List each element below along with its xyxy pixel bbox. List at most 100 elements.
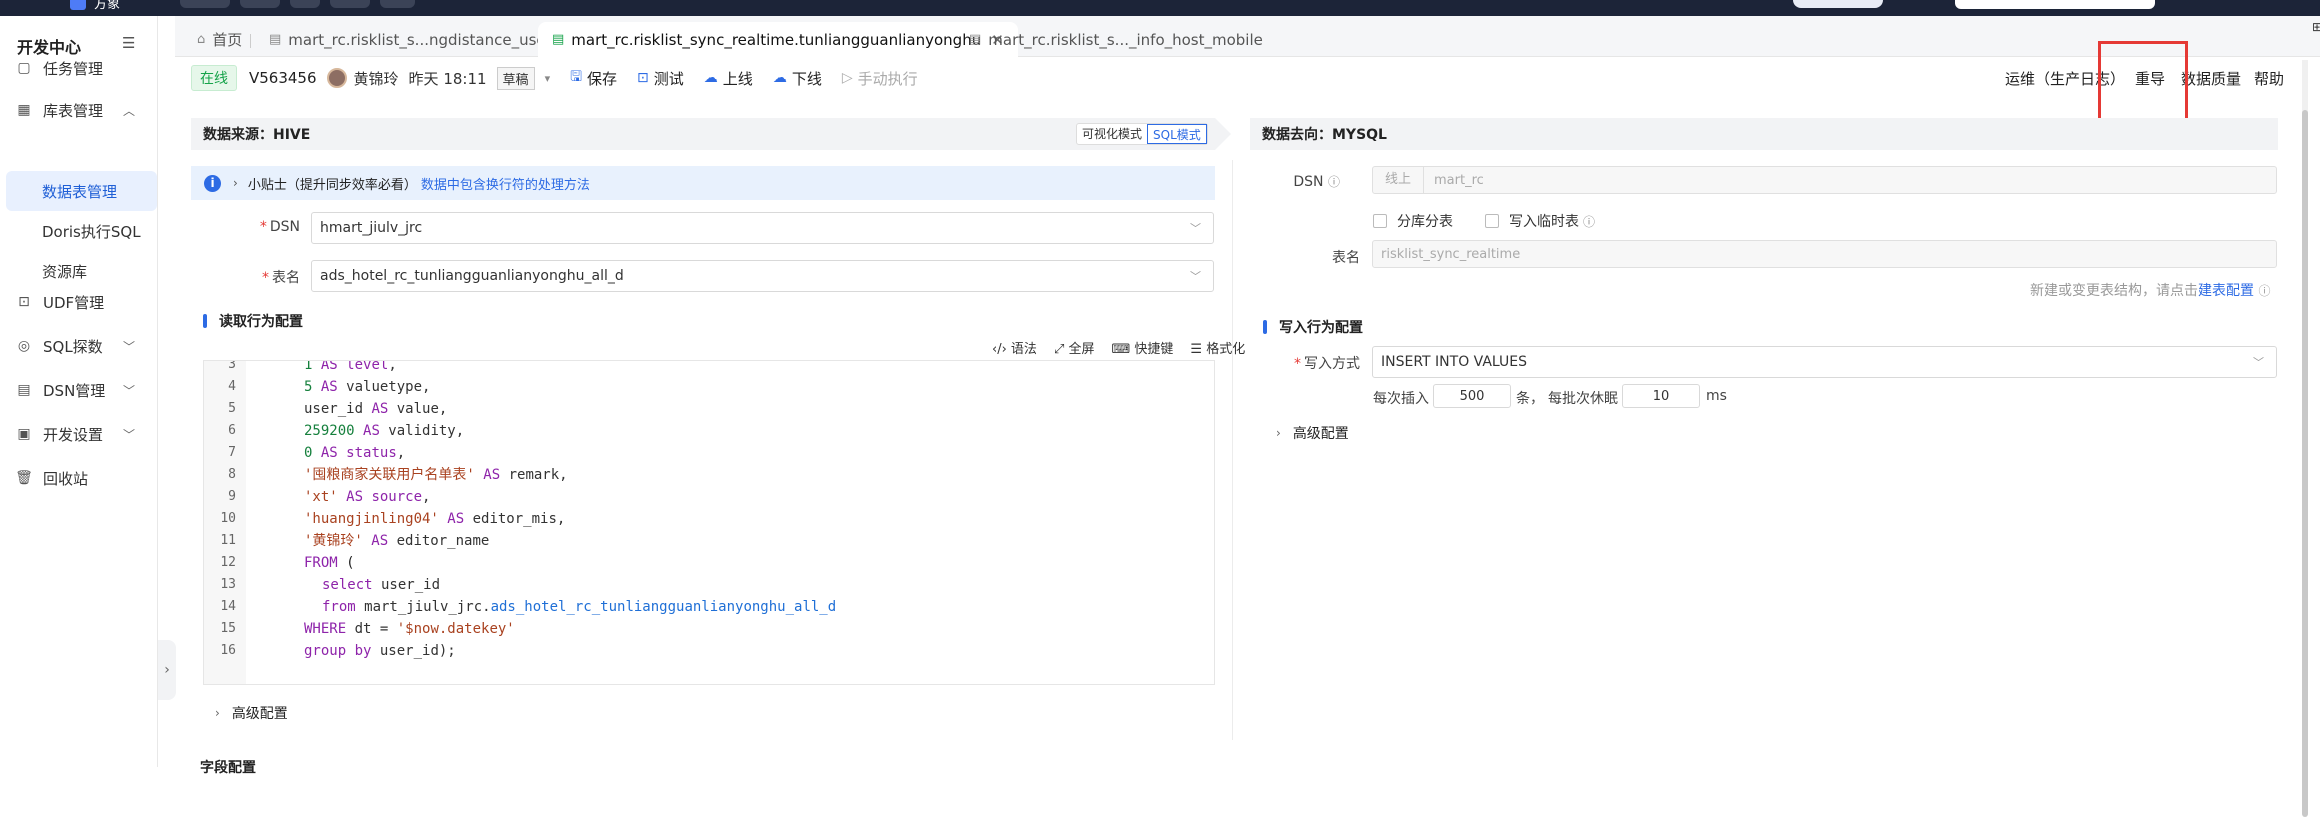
create-table-link[interactable]: 建表配置: [2198, 283, 2254, 299]
sidebar-item-task[interactable]: ▢ 任务管理: [0, 47, 157, 89]
target-dsn-input: 线上 mart_rc: [1372, 166, 2277, 194]
target-advanced-label: 高级配置: [1292, 426, 1349, 442]
sidebar-item-table[interactable]: ▦ 库表管理 ︿: [0, 89, 157, 131]
task-icon: ▢: [17, 60, 31, 76]
section-bar: [203, 314, 207, 328]
sidebar-subitem-label: 数据表管理: [42, 182, 118, 201]
visual-mode-tab[interactable]: 可视化模式: [1077, 124, 1147, 144]
sql-mode-tab[interactable]: SQL模式: [1147, 124, 1207, 144]
flow-arrow: [1215, 118, 1231, 150]
shortcut-button[interactable]: ⌨ 快捷键: [1112, 338, 1174, 357]
code-line: 8 '囤粮商家关联用户名单表' AS remark,: [204, 464, 1204, 486]
sidebar-item-udf[interactable]: ⊡ UDF管理: [0, 281, 157, 323]
shard-checkbox[interactable]: 分库分表: [1373, 211, 1453, 231]
sidebar-item-sql[interactable]: ◎ SQL探数 ﹀: [0, 325, 157, 367]
line-number: 11: [220, 533, 236, 548]
sidebar-item-label: SQL探数: [43, 337, 103, 356]
database-icon: ▦: [17, 102, 31, 118]
tab-file[interactable]: ▤ mart_rc.risklist_s..._info_host_mobile: [955, 22, 1277, 57]
source-table-select[interactable]: ads_hotel_rc_tunliangguanlianyonghu_all_…: [311, 260, 1214, 292]
chevron-down-icon[interactable]: ▾: [545, 72, 551, 85]
code-text: 'xt' AS source,: [304, 489, 431, 505]
online-button[interactable]: ☁ 上线: [704, 68, 753, 89]
sql-editor[interactable]: 3 1 AS level, 4 5 AS valuetype, 5 user_id A…: [203, 360, 1215, 685]
sidebar-item-trash[interactable]: 🗑 回收站: [0, 457, 157, 499]
chevron-right-icon: ›: [233, 176, 238, 190]
sidebar-item-settings[interactable]: ▣ 开发设置 ﹀: [0, 413, 157, 455]
top-nav-item[interactable]: [290, 0, 320, 8]
page-scrollbar[interactable]: [2302, 60, 2308, 817]
chevron-down-icon: ﹀: [122, 383, 135, 398]
target-dsn-label: DSN ⓘ: [1260, 173, 1340, 190]
tip-link[interactable]: 数据中包含换行符的处理方法: [421, 174, 590, 193]
offline-button[interactable]: ☁ 下线: [773, 68, 822, 89]
top-nav-item[interactable]: [180, 0, 230, 8]
dsn-label: * DSN: [259, 219, 300, 235]
sidebar-item-label: UDF管理: [43, 293, 105, 312]
target-table-value: risklist_sync_realtime: [1381, 246, 1521, 262]
tab-home[interactable]: ⌂ 首页: [183, 22, 256, 57]
code-text: 259200 AS validity,: [304, 423, 465, 439]
source-advanced-toggle[interactable]: › 高级配置: [215, 703, 288, 723]
source-dsn-select[interactable]: hmart_jiulv_jrc ﹀: [311, 212, 1214, 244]
line-number: 6: [228, 423, 236, 438]
code-line: 13 select user_id: [204, 574, 1204, 596]
mode-switch: 可视化模式 SQL模式: [1076, 123, 1208, 145]
format-button[interactable]: ☰ 格式化: [1190, 338, 1245, 357]
save-button[interactable]: 🖫 保存: [570, 66, 617, 90]
tab-label: mart_rc.risklist_s..._info_host_mobile: [988, 30, 1263, 49]
top-action-button[interactable]: [1793, 0, 1883, 8]
sleep-input[interactable]: 10: [1622, 384, 1700, 408]
data-quality-link[interactable]: 数据质量: [2181, 57, 2241, 99]
sidebar: 开发中心 ☰ ▢ 任务管理 ▦ 库表管理 ︿ 数据表管理 Doris执行SQL 资源库…: [0, 16, 158, 767]
tip-title: 小贴士（提升同步效率必看）: [247, 177, 417, 193]
cloud-upload-icon: ☁: [703, 70, 718, 86]
window-edge-icon: ⊞: [2312, 20, 2320, 34]
chevron-up-icon: ︿: [122, 103, 135, 118]
temp-table-checkbox[interactable]: 写入临时表 ⓘ: [1485, 211, 1595, 231]
field-config-title: 字段配置: [200, 760, 256, 776]
manual-run-button[interactable]: ▷ 手动执行: [842, 68, 918, 89]
tab-file-active[interactable]: ▤ mart_rc.risklist_sync_realtime.tunliang…: [538, 22, 1018, 57]
chevron-right-icon: ›: [1276, 426, 1281, 440]
sidebar-subitem-doris[interactable]: Doris执行SQL: [6, 211, 157, 251]
sidebar-expand-handle[interactable]: ›: [158, 640, 176, 700]
code-line: 9 'xt' AS source,: [204, 486, 1204, 508]
chevron-down-icon: ﹀: [1190, 222, 1201, 235]
global-search-input[interactable]: [1955, 0, 2155, 9]
write-mode-select[interactable]: INSERT INTO VALUES ﹀: [1372, 346, 2277, 378]
trash-icon: 🗑: [15, 470, 33, 486]
sidebar-subitem-tables[interactable]: 数据表管理: [6, 171, 157, 211]
code-text: 5 AS valuetype,: [304, 379, 431, 395]
top-nav-item[interactable]: [330, 0, 370, 8]
sleep-prefix: 每批次休眠: [1548, 391, 1618, 407]
sidebar-item-label: DSN管理: [43, 381, 106, 400]
tab-file[interactable]: ▤ mart_rc.risklist_s...ngdistance_userid: [255, 22, 579, 57]
checkbox-box: [1485, 214, 1499, 228]
checkbox-box: [1373, 214, 1387, 228]
test-button[interactable]: ⊡ 测试: [637, 68, 684, 89]
sidebar-item-label: 回收站: [43, 469, 89, 488]
settings-icon: ▣: [17, 426, 31, 442]
dsn-label-text: DSN: [269, 219, 300, 235]
fullscreen-button[interactable]: ⤢ 全屏: [1054, 338, 1095, 357]
file-icon: ▤: [552, 32, 565, 47]
top-nav-item[interactable]: [380, 0, 415, 8]
line-number: 9: [228, 489, 236, 504]
hint-text: 新建或变更表结构，请点击: [2030, 283, 2198, 299]
syntax-button[interactable]: ‹/› 语法: [992, 338, 1037, 357]
help-link[interactable]: 帮助: [2254, 57, 2284, 99]
app-logo[interactable]: 方象: [70, 0, 160, 16]
code-line: 14 from mart_jiulv_jrc.ads_hotel_rc_tunli…: [204, 596, 1204, 618]
code-text: select user_id: [322, 577, 441, 593]
save-label: 保存: [587, 69, 618, 88]
sql-icon: ◎: [17, 338, 31, 354]
target-advanced-toggle[interactable]: › 高级配置: [1276, 423, 1349, 443]
page-scrollbar-thumb[interactable]: [2302, 110, 2308, 817]
top-nav-item[interactable]: [240, 0, 280, 8]
sidebar-item-label: 库表管理: [43, 101, 104, 120]
batch-size-input[interactable]: 500: [1433, 384, 1511, 408]
sidebar-item-dsn[interactable]: ▤ DSN管理 ﹀: [0, 369, 157, 411]
tip-banner[interactable]: i › 小贴士（提升同步效率必看） 数据中包含换行符的处理方法: [191, 166, 1215, 200]
line-number: 5: [228, 401, 236, 416]
